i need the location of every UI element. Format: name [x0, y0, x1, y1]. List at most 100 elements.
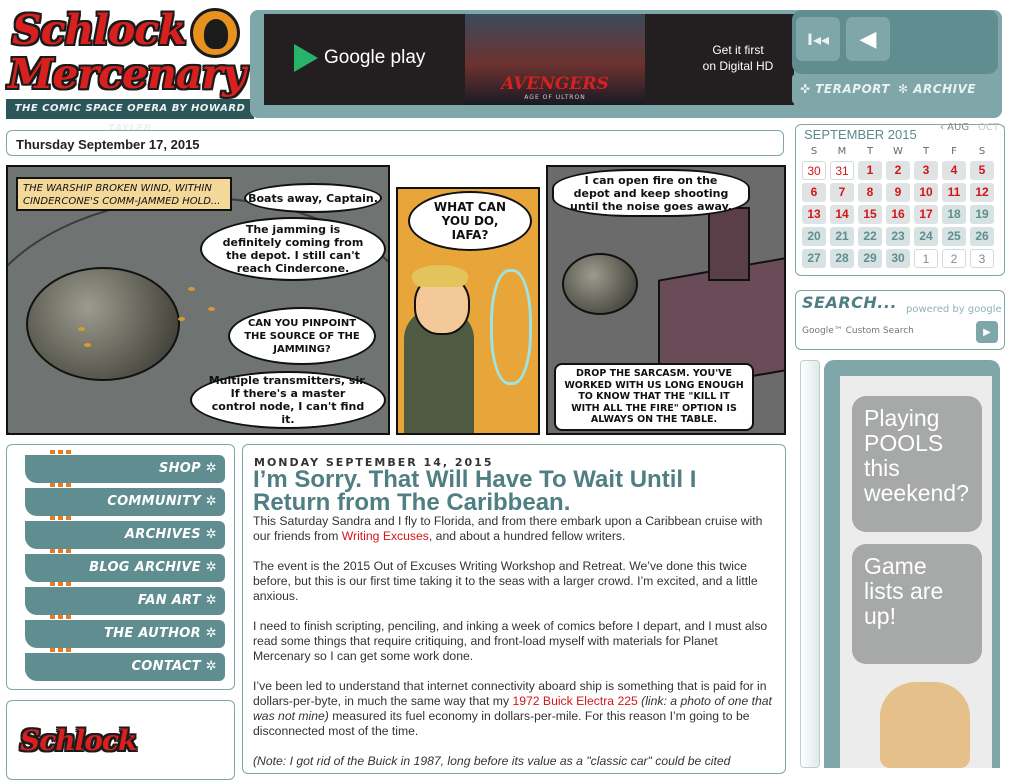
calendar-day[interactable]: 14 — [830, 205, 854, 224]
hologram-figure — [490, 269, 532, 385]
sidebar-strip — [800, 360, 820, 768]
calendar-day[interactable]: 10 — [914, 183, 938, 202]
gear-icon: ✲ — [200, 527, 217, 542]
calendar-day[interactable]: 8 — [858, 183, 882, 202]
post-paragraph: The event is the 2015 Out of Excuses Wri… — [253, 559, 758, 603]
comic-strip[interactable]: THE WARSHIP BROKEN WIND, WITHIN CINDERCO… — [6, 165, 786, 435]
thumbs-up-icon — [880, 682, 970, 768]
calendar-day: 21 — [830, 227, 854, 246]
search-button[interactable]: ▶ — [976, 321, 998, 343]
calendar-day[interactable]: 15 — [858, 205, 882, 224]
comic-panel-1: THE WARSHIP BROKEN WIND, WITHIN CINDERCO… — [6, 165, 390, 435]
site-tagline: THE COMIC SPACE OPERA BY HOWARD TAYLER — [6, 99, 254, 134]
nav-blog-archive[interactable]: BLOG ARCHIVE ✲ — [25, 549, 225, 582]
post-paragraph: I’ve been led to understand that interne… — [253, 679, 775, 739]
panel-2-bubble-1: WHAT CAN YOU DO, IAFA? — [408, 191, 532, 251]
calendar-day[interactable]: 30 — [802, 161, 826, 180]
archive-link[interactable]: ✻ ARCHIVE — [898, 74, 976, 104]
calendar-day[interactable]: 17 — [914, 205, 938, 224]
panel-3-bubble-1: I can open fire on the depot and keep sh… — [552, 169, 750, 217]
debris-dot — [84, 343, 91, 347]
calendar-day[interactable]: 5 — [970, 161, 994, 180]
depot-tower — [708, 207, 750, 281]
gear-icon: ✲ — [200, 560, 217, 575]
calendar-day: 20 — [802, 227, 826, 246]
calendar-day: 22 — [858, 227, 882, 246]
calendar-day[interactable]: 9 — [886, 183, 910, 202]
archive-label: ARCHIVE — [913, 82, 977, 96]
nav-fan-art[interactable]: FAN ART ✲ — [25, 582, 225, 615]
gear-icon: ✲ — [200, 659, 217, 674]
debris-dot — [78, 327, 85, 331]
nav-contact-label: CONTACT — [131, 659, 201, 674]
panel-3-bubble-2: DROP THE SARCASM. YOU'VE WORKED WITH US … — [554, 363, 754, 431]
calendar-day[interactable]: 2 — [886, 161, 910, 180]
calendar-day[interactable]: 16 — [886, 205, 910, 224]
archive-icon: ✻ — [898, 82, 914, 96]
post-paragraph: I need to finish scripting, penciling, a… — [253, 619, 768, 663]
nav-archives-label: ARCHIVES — [124, 527, 201, 542]
post-paragraph: (Note: I got rid of the Buick in 1987, l… — [253, 754, 731, 768]
nav-contact[interactable]: CONTACT ✲ — [25, 648, 225, 681]
secondary-logo[interactable]: Schlock — [20, 726, 137, 756]
post-text: , and about a hundred fellow writers. — [428, 529, 626, 543]
debris-dot — [208, 307, 215, 311]
calendar-day[interactable]: 6 — [802, 183, 826, 202]
search-input[interactable] — [802, 321, 970, 341]
calendar-day[interactable]: 3 — [914, 161, 938, 180]
calendar-prev-month[interactable]: ‹ AUG — [940, 122, 969, 133]
calendar-day: 2 — [942, 249, 966, 268]
panel-1-bubble-4: Multiple transmitters, sir. If there's a… — [190, 371, 386, 429]
search-title: SEARCH... — [802, 293, 898, 312]
schlock-face-icon — [190, 8, 240, 58]
boat-illustration — [562, 253, 638, 315]
calendar-day: 1 — [914, 249, 938, 268]
calendar-day[interactable]: 7 — [830, 183, 854, 202]
logo-line-1: Schlock — [12, 6, 187, 54]
calendar-day: 28 — [830, 249, 854, 268]
buick-link[interactable]: 1972 Buick Electra 225 — [512, 694, 637, 708]
debris-dot — [188, 287, 195, 291]
logo-line-2: Mercenary — [8, 50, 246, 98]
post-title[interactable]: I’m Sorry. That Will Have To Wait Until … — [253, 468, 773, 515]
post-body: This Saturday Sandra and I fly to Florid… — [253, 514, 775, 784]
calendar-day: 24 — [914, 227, 938, 246]
calendar-weekday: M — [837, 146, 847, 157]
nav-the-author[interactable]: THE AUTHOR ✲ — [25, 615, 225, 648]
calendar-day: 25 — [942, 227, 966, 246]
nav-shop[interactable]: SHOP ✲ — [25, 450, 225, 483]
gear-icon: ✲ — [200, 461, 217, 476]
teraport-link[interactable]: ✜ TERAPORT — [800, 74, 890, 104]
ad-cta-line-1: Get it first — [712, 43, 764, 57]
calendar-title: SEPTEMBER 2015 — [804, 127, 917, 142]
nav-community[interactable]: COMMUNITY ✲ — [25, 483, 225, 516]
ad-cta[interactable]: Get it first on Digital HD — [690, 42, 786, 74]
teraport-icon: ✜ — [800, 82, 816, 96]
calendar-weekday: S — [978, 146, 986, 157]
tower-ad[interactable]: Playing POOLS this weekend? Game lists a… — [840, 376, 992, 768]
writing-excuses-link[interactable]: Writing Excuses — [342, 529, 429, 543]
calendar-day[interactable]: 4 — [942, 161, 966, 180]
previous-strip-button[interactable]: ◀ — [846, 17, 890, 61]
calendar-day[interactable]: 11 — [942, 183, 966, 202]
calendar-weekday: W — [893, 146, 903, 157]
calendar-day: 26 — [970, 227, 994, 246]
comic-panel-2: WHAT CAN YOU DO, IAFA? — [396, 187, 540, 435]
ad-store-name: Google play — [324, 47, 426, 68]
calendar-day[interactable]: 12 — [970, 183, 994, 202]
calendar-day[interactable]: 13 — [802, 205, 826, 224]
ad-film-subtitle: AGE OF ULTRON — [524, 94, 586, 101]
calendar-day: 18 — [942, 205, 966, 224]
search-powered-by: powered by google — [906, 304, 1002, 315]
play-arrow-icon: ▶ — [983, 326, 991, 338]
nav-archives[interactable]: ARCHIVES ✲ — [25, 516, 225, 549]
calendar-day[interactable]: 31 — [830, 161, 854, 180]
panel-1-bubble-3: CAN YOU PINPOINT THE SOURCE OF THE JAMMI… — [228, 307, 376, 365]
first-strip-button[interactable]: I◂◂ — [796, 17, 840, 61]
tower-ad-bubble-2: Game lists are up! — [852, 544, 982, 664]
soldier-hair — [412, 265, 468, 287]
nav-community-label: COMMUNITY — [107, 494, 201, 509]
calendar-day[interactable]: 1 — [858, 161, 882, 180]
calendar-day: 19 — [970, 205, 994, 224]
calendar-day: 23 — [886, 227, 910, 246]
